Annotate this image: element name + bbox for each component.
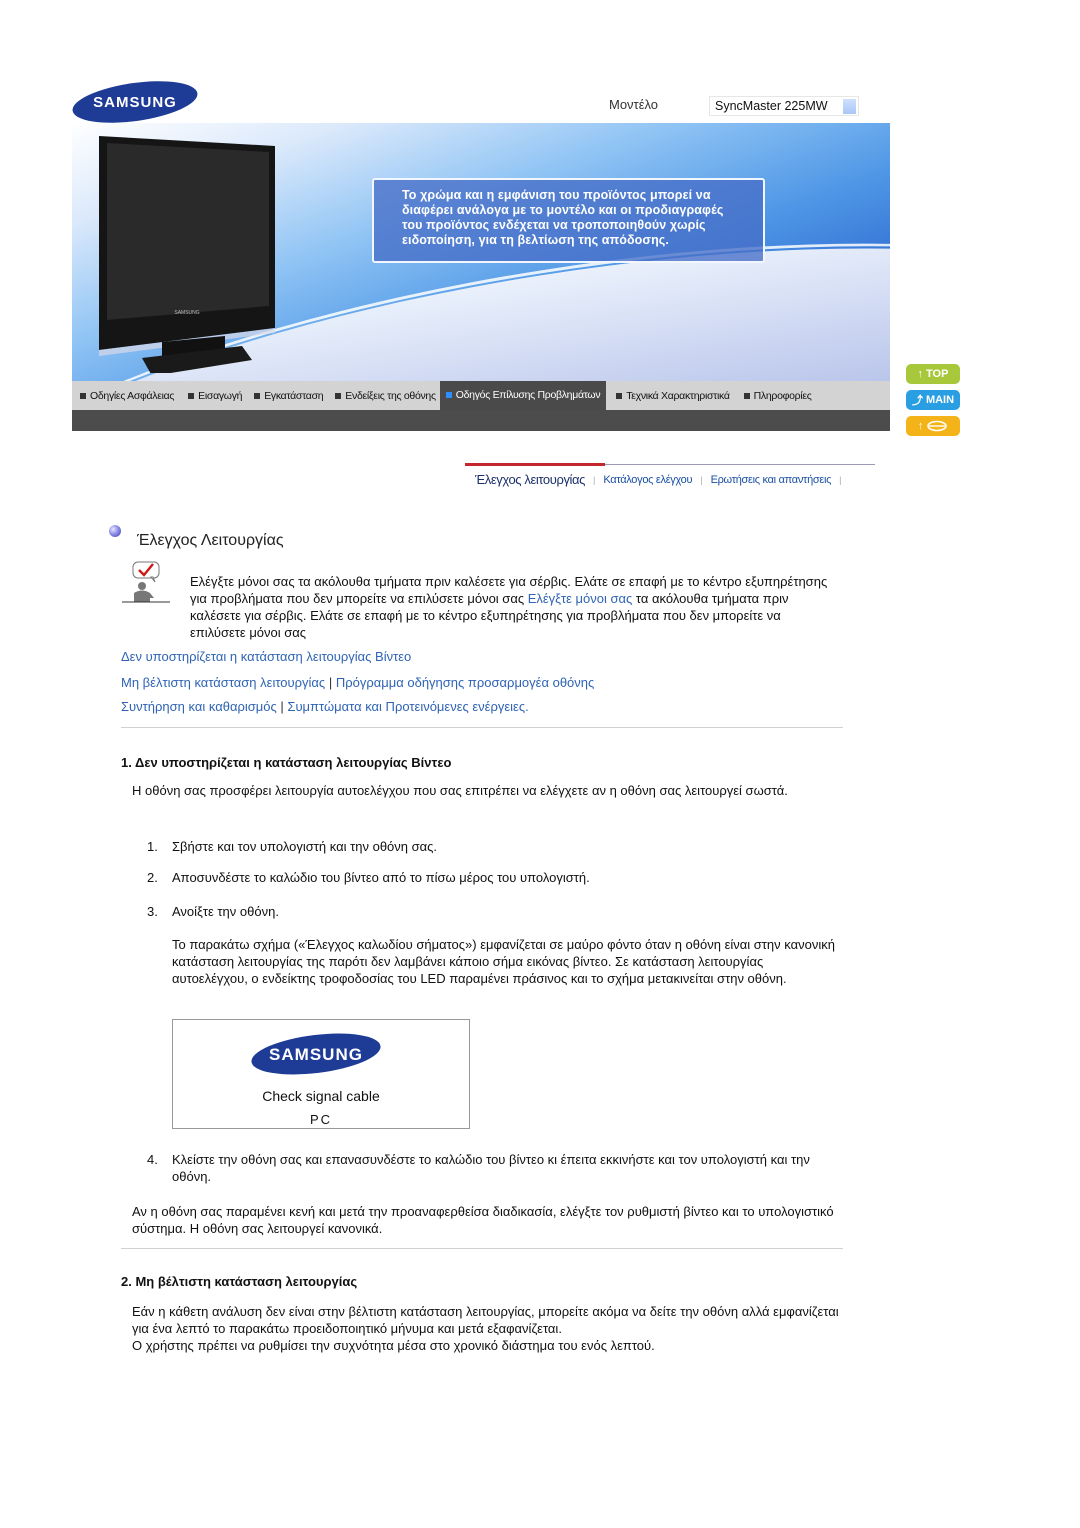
sample-message: Check signal cable [262, 1088, 380, 1104]
quick-links-row-3: Συντήρηση και καθαρισμός | Συμπτώματα κα… [121, 699, 529, 714]
link-separator: | [328, 675, 333, 690]
main-button[interactable]: ⤴ MAIN [906, 390, 960, 410]
tab-qa[interactable]: Ερωτήσεις και απαντήσεις [711, 474, 832, 486]
bullet-icon [254, 392, 261, 399]
tab-separator: | [700, 474, 703, 485]
nav-item-information[interactable]: Πληροφορίες [740, 381, 816, 410]
samsung-logo: SAMSUNG [251, 1033, 381, 1075]
bullet-icon [80, 392, 86, 399]
section-2-paragraph-2: Ο χρήστης πρέπει να ρυθμίσει την συχνότη… [132, 1338, 655, 1353]
step-3-note: Το παρακάτω σχήμα («Έλεγχος καλωδίου σήμ… [172, 937, 835, 986]
intro-paragraph: Ελέγξτε μόνοι σας τα ακόλουθα τμήματα πρ… [190, 573, 830, 641]
arrow-up-icon: ↑ [917, 420, 924, 432]
divider [121, 1248, 843, 1249]
svg-text:SAMSUNG: SAMSUNG [174, 310, 199, 316]
section-1-conclusion: Αν η οθόνη σας παραμένει κενή και μετά τ… [132, 1204, 834, 1236]
self-check-link[interactable]: Ελέγξτε μόνοι σας [528, 591, 633, 606]
step-4: 4. Κλείστε την οθόνη σας και επανασυνδέσ… [147, 1152, 810, 1184]
nav-underbar [72, 410, 890, 431]
model-label: Μοντέλο [609, 97, 659, 112]
bullet-icon [743, 392, 750, 399]
nav-item-introduction[interactable]: Εισαγωγή [184, 381, 246, 410]
bullet-icon [188, 392, 195, 399]
return-icon [927, 420, 948, 432]
samsung-logo[interactable]: SAMSUNG [70, 80, 200, 124]
tab-separator: | [839, 474, 842, 485]
hero-banner: SAMSUNG Το χρώμα και η εμφάνιση του προϊ… [72, 123, 890, 381]
arrow-up-icon: ↑ [917, 368, 924, 380]
checklist-person-icon [122, 561, 170, 603]
bullet-icon [445, 392, 452, 398]
nav-item-specifications[interactable]: Τεχνικά Χαρακτηριστικά [612, 381, 733, 410]
nav-item-osd[interactable]: Ενδείξεις της οθόνης [331, 381, 439, 410]
sample-source: PC [309, 1112, 333, 1127]
section-2-heading: 2. Μη βέλτιστη κατάσταση λειτουργίας [121, 1274, 358, 1289]
page-title: Έλεγχος Λειτουργίας [137, 532, 284, 549]
model-value: SyncMaster 225MW [715, 99, 828, 113]
notice-line: Το χρώμα και η εμφάνιση του προϊόντος μπ… [402, 188, 711, 202]
notice-line: ειδοποίηση, για τη βελτίωση της απόδοσης… [402, 233, 669, 247]
nav-item-installation[interactable]: Εγκατάσταση [250, 381, 327, 410]
link-maintenance-cleaning[interactable]: Συντήρηση και καθαρισμός [121, 699, 277, 714]
nav-item-troubleshooting[interactable]: Οδηγός Επίλυσης Προβλημάτων [439, 380, 607, 411]
section-1-intro: Η οθόνη σας προσφέρει λειτουργία αυτοελέ… [132, 783, 788, 798]
section-2-paragraph-1: Εάν η κάθετη ανάλυση δεν είναι στην βέλτ… [132, 1304, 839, 1336]
check-signal-cable-sample: SAMSUNG Check signal cable PC [172, 1019, 470, 1129]
model-select[interactable]: SyncMaster 225MW [709, 96, 859, 116]
tab-checklist[interactable]: Κατάλογος ελέγχου [603, 474, 692, 486]
tab-separator: | [593, 474, 596, 485]
dropdown-handle-icon[interactable] [843, 99, 856, 114]
notice-line: διαφέρει ανάλογα με το μοντέλο και οι πρ… [402, 203, 724, 217]
bullet-icon [335, 392, 342, 399]
link-video-mode-not-supported[interactable]: Δεν υποστηρίζεται η κατάσταση λειτουργία… [121, 649, 411, 664]
link-display-adapter-driver[interactable]: Πρόγραμμα οδήγησης προσαρμογέα οθόνης [336, 675, 594, 690]
nav-item-safety[interactable]: Οδηγίες Ασφάλειας [72, 381, 178, 410]
title-bullet-icon [109, 525, 121, 537]
quick-links-row-2: Μη βέλτιστη κατάσταση λειτουργίας | Πρόγ… [121, 675, 594, 690]
logo-text: SAMSUNG [93, 94, 177, 111]
notice-line: του προϊόντος ενδέχεται να τροποποιηθούν… [402, 218, 706, 232]
arrow-turn-up-icon: ⤴ [911, 395, 923, 407]
section-1-heading: 1. Δεν υποστηρίζεται η κατάσταση λειτουρ… [121, 755, 452, 770]
link-symptoms-actions[interactable]: Συμπτώματα και Προτεινόμενες ενέργειες. [287, 699, 528, 714]
bullet-icon [616, 392, 623, 399]
back-button[interactable]: ↑ [906, 416, 960, 436]
monitor-image: SAMSUNG [99, 136, 275, 373]
svg-text:SAMSUNG: SAMSUNG [269, 1045, 363, 1064]
active-tab-indicator [465, 463, 605, 466]
link-separator: | [280, 699, 284, 714]
product-notice: Το χρώμα και η εμφάνιση του προϊόντος μπ… [372, 178, 765, 263]
top-button[interactable]: ↑ TOP [906, 364, 960, 384]
main-nav: Οδηγίες Ασφάλειας Εισαγωγή Εγκατάσταση Ε… [72, 380, 890, 411]
quick-links-row-1: Δεν υποστηρίζεται η κατάσταση λειτουργία… [121, 649, 411, 664]
divider [121, 727, 843, 728]
sub-tabs: Έλεγχος λειτουργίας | Κατάλογος ελέγχου … [465, 463, 875, 491]
tab-divider-line [605, 464, 875, 465]
link-not-optimal-mode[interactable]: Μη βέλτιστη κατάσταση λειτουργίας [121, 675, 325, 690]
tab-operation-check[interactable]: Έλεγχος λειτουργίας [475, 472, 585, 487]
